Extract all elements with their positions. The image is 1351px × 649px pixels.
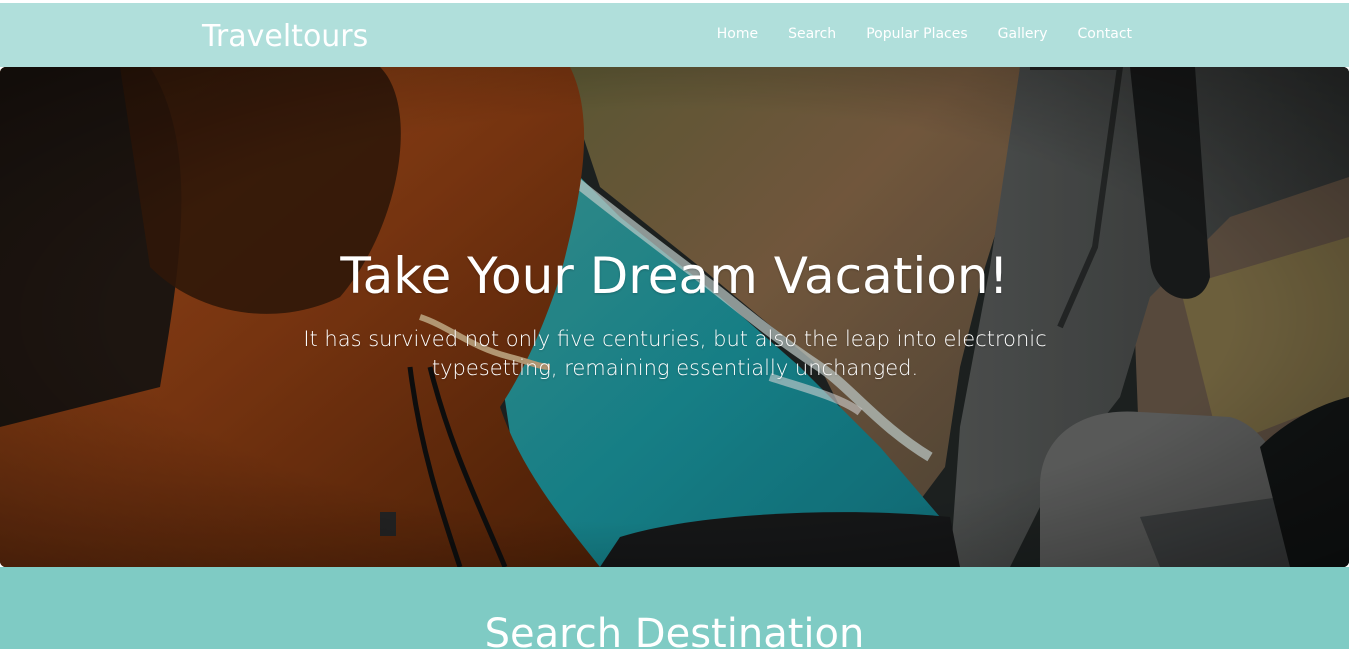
hero-subtitle: It has survived not only five centuries,…	[303, 327, 1047, 380]
navbar: Traveltours Home Search Popular Places G…	[0, 3, 1349, 67]
hero-title: Take Your Dream Vacation!	[340, 247, 1009, 305]
search-section: Search Destination	[0, 567, 1349, 649]
nav-link-contact[interactable]: Contact	[1078, 26, 1132, 42]
search-section-title: Search Destination	[484, 611, 865, 649]
nav-links: Home Search Popular Places Gallery Conta…	[687, 26, 1132, 42]
hero-overlay	[0, 67, 1349, 567]
hero-banner: Take Your Dream Vacation! It has survive…	[0, 67, 1349, 567]
nav-link-popular-places[interactable]: Popular Places	[866, 26, 967, 42]
nav-link-gallery[interactable]: Gallery	[998, 26, 1048, 42]
brand-logo[interactable]: Traveltours	[202, 19, 368, 54]
nav-link-home[interactable]: Home	[717, 26, 758, 42]
page: Traveltours Home Search Popular Places G…	[0, 0, 1351, 649]
nav-link-search[interactable]: Search	[788, 26, 836, 42]
